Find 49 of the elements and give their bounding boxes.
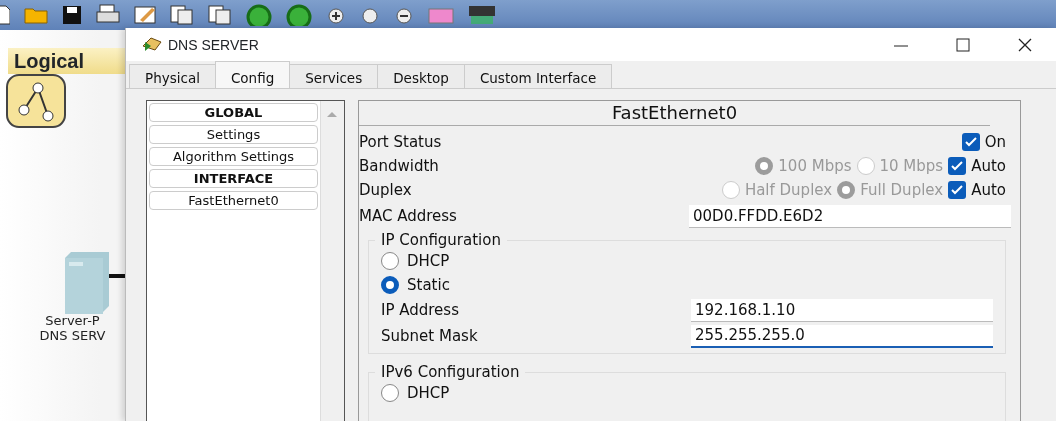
radio-label: DHCP — [407, 250, 450, 272]
pencil-icon[interactable] — [134, 4, 156, 26]
window-title: DNS SERVER — [168, 36, 259, 53]
view-tab[interactable]: Logical — [8, 48, 128, 74]
printer-icon[interactable] — [96, 4, 120, 26]
paste-icon[interactable] — [208, 4, 232, 26]
field-label: MAC Address — [359, 205, 458, 227]
input-field[interactable]: 192.168.1.10 — [691, 298, 993, 322]
tab[interactable]: Physical — [129, 64, 216, 88]
device-label: Server-P — [44, 313, 101, 328]
sidebar-item[interactable]: Algorithm Settings — [149, 147, 318, 166]
field-label: Port Status — [359, 131, 443, 153]
checkbox[interactable] — [948, 181, 967, 199]
panel-title: FastEthernet0 — [359, 101, 990, 126]
checkbox-label: Auto — [971, 155, 1006, 177]
field-label: Subnet Mask — [381, 325, 479, 347]
radio-button[interactable] — [381, 384, 399, 402]
radio-label: DHCP — [407, 382, 450, 404]
field-label: IP Address — [381, 299, 460, 321]
radio-label: 10 Mbps — [879, 155, 944, 177]
checkbox[interactable] — [961, 133, 980, 151]
save-icon[interactable] — [62, 4, 82, 26]
device-icon[interactable] — [468, 4, 496, 26]
field-label: Bandwidth — [359, 155, 440, 177]
radio-label: Half Duplex — [744, 179, 833, 201]
tab[interactable]: Custom Interface — [463, 64, 613, 88]
radio-label: Static — [407, 274, 450, 296]
logical-view-icon[interactable] — [6, 74, 68, 130]
input-field[interactable]: 255.255.255.0 — [691, 324, 993, 348]
sidebar-item[interactable]: FastEthernet0 — [149, 191, 318, 210]
tab[interactable]: Desktop — [377, 64, 465, 88]
tab[interactable]: Config — [214, 61, 291, 88]
section-header[interactable]: GLOBAL — [149, 103, 318, 122]
field-label: Duplex — [359, 179, 413, 201]
radio-button[interactable] — [381, 276, 399, 294]
section-header[interactable]: INTERFACE — [149, 169, 318, 188]
app-icon — [140, 35, 162, 54]
tab[interactable]: Services — [289, 64, 379, 88]
new-document-icon[interactable] — [0, 4, 10, 26]
checkbox-label: Auto — [971, 179, 1006, 201]
radio-label: 100 Mbps — [778, 155, 852, 177]
device-label: DNS SERV — [38, 328, 107, 343]
copy-icon[interactable] — [170, 4, 194, 26]
checkbox-label: On — [984, 131, 1006, 153]
radio-label: Full Duplex — [860, 179, 944, 201]
mac-address-field[interactable]: 00D0.FFDD.E6D2 — [689, 204, 1011, 228]
checkbox[interactable] — [948, 157, 967, 175]
sidebar-item[interactable]: Settings — [149, 125, 318, 144]
radio-button[interactable] — [381, 252, 399, 270]
